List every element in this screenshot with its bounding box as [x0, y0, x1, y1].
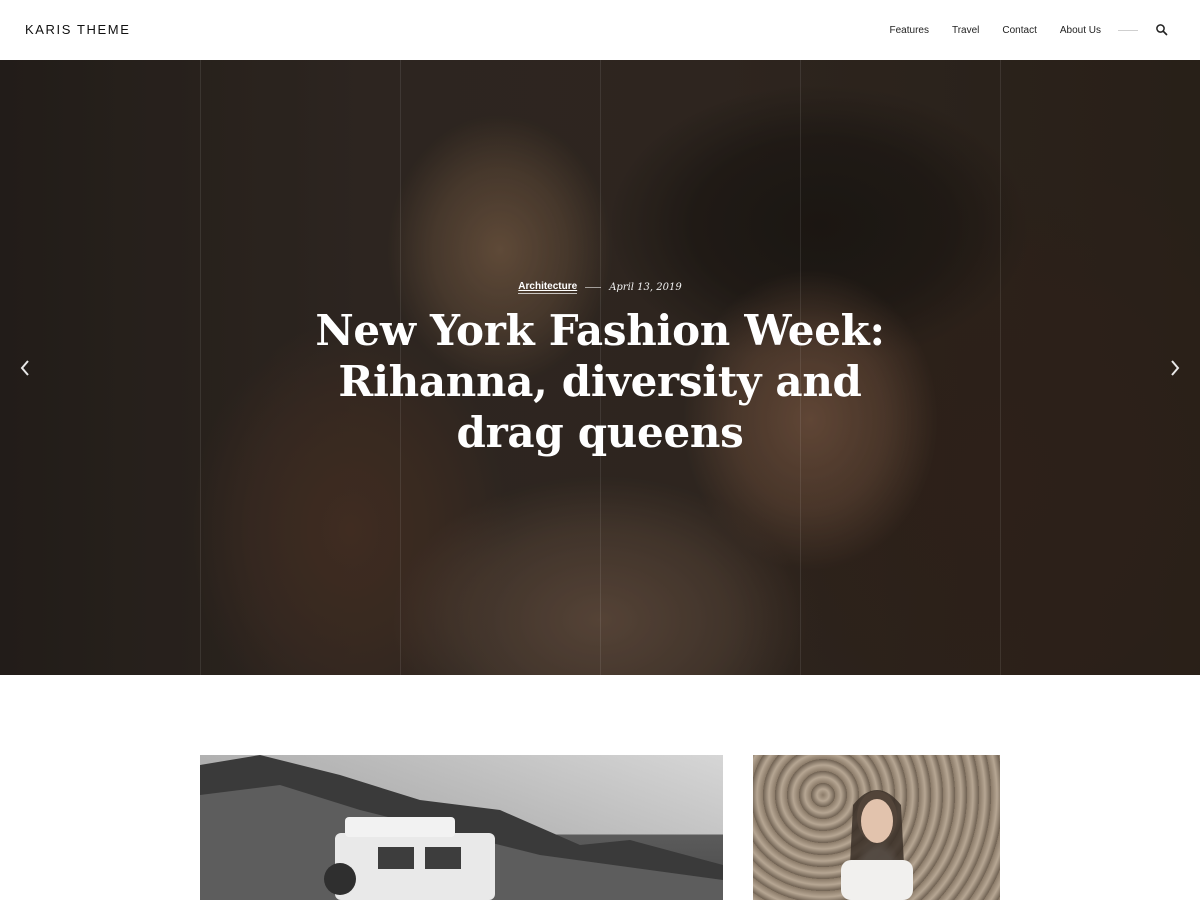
- post-card-image[interactable]: [753, 755, 1000, 900]
- search-icon[interactable]: [1154, 22, 1170, 38]
- post-card-image[interactable]: [200, 755, 723, 900]
- hero-date: April 13, 2019: [609, 282, 682, 293]
- site-logo[interactable]: KARIS THEME: [25, 22, 131, 37]
- mountain-car-image: [200, 755, 723, 900]
- hero-title[interactable]: New York Fashion Week: Rihanna, diversit…: [290, 305, 910, 458]
- main-nav: Features Travel Contact About Us: [890, 0, 1200, 60]
- chevron-right-icon[interactable]: [1168, 356, 1182, 380]
- grid-line: [200, 60, 201, 675]
- nav-divider: [1118, 29, 1138, 31]
- nav-item-about-us[interactable]: About Us: [1060, 25, 1101, 36]
- grid-line: [1000, 60, 1001, 675]
- meta-separator: [585, 287, 602, 288]
- chevron-left-icon[interactable]: [18, 356, 32, 380]
- hero-meta: Architecture April 13, 2019: [0, 281, 1200, 294]
- nav-item-travel[interactable]: Travel: [952, 25, 979, 36]
- nav-item-contact[interactable]: Contact: [1002, 25, 1036, 36]
- hero-slider: Architecture April 13, 2019 New York Fas…: [0, 60, 1200, 675]
- hero-category-link[interactable]: Architecture: [518, 281, 578, 294]
- nav-item-features[interactable]: Features: [890, 25, 929, 36]
- woman-portrait-image: [841, 790, 913, 900]
- site-header: KARIS THEME Features Travel Contact Abou…: [0, 0, 1200, 60]
